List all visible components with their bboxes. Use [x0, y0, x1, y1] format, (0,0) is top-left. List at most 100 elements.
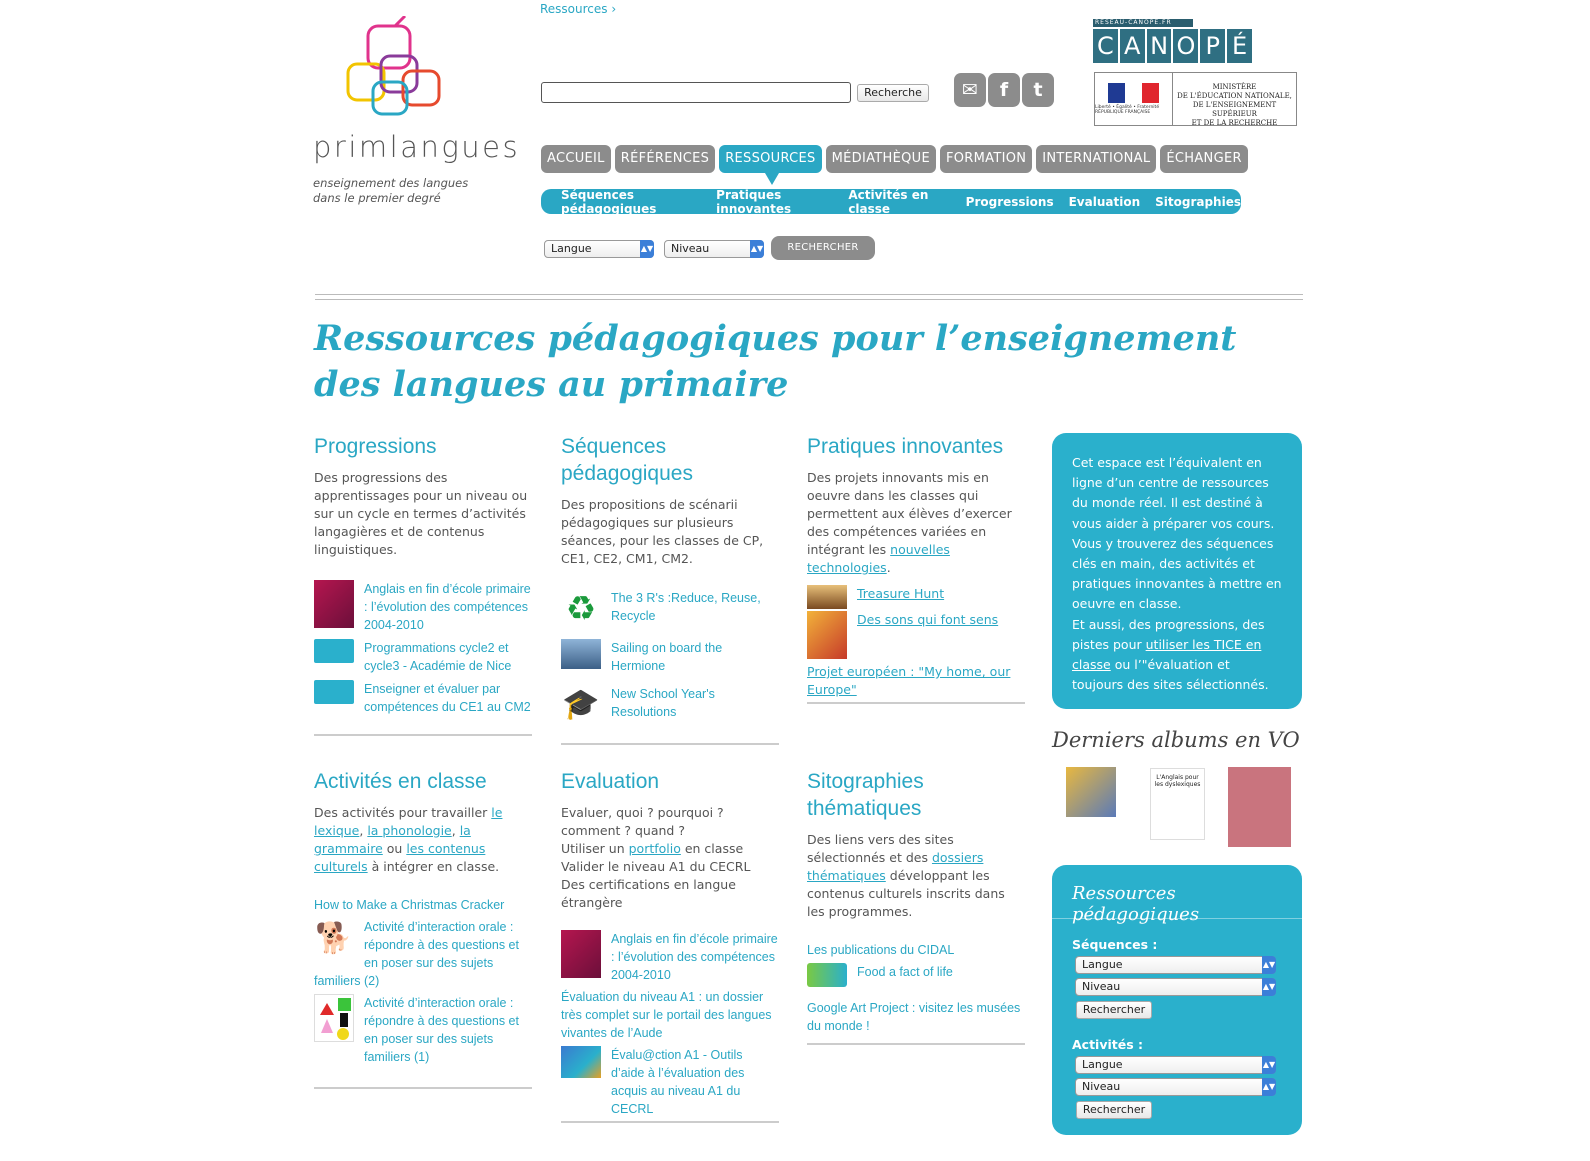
sitographies-section: Sitographies thématiques Des liens vers … — [807, 768, 1025, 1035]
niveau-select[interactable]: Niveau ▲▼ — [664, 240, 764, 258]
divider — [314, 1087, 532, 1089]
list-item[interactable]: Anglais en fin d’école primaire : l’évol… — [314, 580, 532, 634]
sequences-section: Séquences pédagogiques Des propositions … — [561, 433, 779, 725]
phonologie-link[interactable]: la phonologie — [367, 823, 451, 838]
logo-tagline: enseignement des langues dans le premier… — [313, 176, 469, 205]
ship-photo-thumbnail — [561, 639, 601, 669]
tab-references[interactable]: RÉFÉRENCES — [614, 145, 716, 173]
section-title[interactable]: Evaluation — [561, 768, 779, 795]
list-item[interactable]: Évalu@ction A1 - Outils d’aide à l’évalu… — [561, 1046, 779, 1118]
main-nav: ACCUEIL RÉFÉRENCES RESSOURCES MÉDIATHÈQU… — [541, 145, 1248, 185]
chevron-down-icon: ▲▼ — [1262, 956, 1276, 974]
header-divider — [315, 294, 1303, 300]
subnav-sitographies[interactable]: Sitographies — [1155, 195, 1241, 209]
book-cover-thumbnail — [314, 580, 354, 628]
album-cover[interactable] — [1228, 767, 1291, 847]
twitter-icon[interactable]: t — [1022, 73, 1054, 107]
shapes-icon — [314, 994, 354, 1042]
section-title[interactable]: Pratiques innovantes — [807, 433, 1025, 460]
subnav-activites[interactable]: Activités en classe — [848, 188, 950, 216]
albums-title: Derniers albums en VO — [1052, 728, 1300, 752]
book-cover-thumbnail — [807, 611, 847, 659]
projet-europeen-link[interactable]: Projet européen : "My home, our Europe" — [807, 663, 1025, 699]
section-desc: Des propositions de scénarii pédagogique… — [561, 497, 764, 566]
subnav-pratiques[interactable]: Pratiques innovantes — [716, 188, 833, 216]
french-flag-icon — [1107, 83, 1160, 103]
google-art-link[interactable]: Google Art Project : visitez les musées … — [807, 999, 1025, 1035]
email-icon[interactable]: ✉ — [954, 73, 986, 107]
speech-bubble-icon — [314, 680, 354, 704]
list-item[interactable]: Programmations cycle2 et cycle3 - Académ… — [314, 639, 532, 675]
section-desc: Des projets innovants mis en oeuvre dans… — [807, 470, 1012, 575]
facebook-icon[interactable]: f — [988, 73, 1020, 107]
section-title[interactable]: Activités en classe — [314, 768, 532, 795]
box-title: Ressources pédagogiques — [1052, 865, 1302, 925]
tab-accueil[interactable]: ACCUEIL — [541, 145, 611, 173]
section-desc: Des progressions des apprentissages pour… — [314, 470, 528, 557]
section-title[interactable]: Progressions — [314, 433, 532, 460]
treasure-hunt-thumbnail — [807, 585, 847, 609]
tab-mediatheque[interactable]: MÉDIATHÈQUE — [825, 145, 936, 173]
list-item[interactable]: Activité d’interaction orale : répondre … — [314, 994, 532, 1066]
breadcrumb[interactable]: Ressources › — [540, 2, 616, 16]
list-item[interactable]: Sailing on board the Hermione — [561, 639, 779, 675]
divider — [561, 1121, 779, 1123]
social-icons: ✉ f t — [954, 73, 1054, 107]
subnav-evaluation[interactable]: Evaluation — [1069, 195, 1141, 209]
book-cover-thumbnail — [561, 930, 601, 978]
chevron-down-icon: ▲▼ — [750, 240, 764, 258]
ministere-logo[interactable]: Liberté • Égalité • Fraternité RÉPUBLIQU… — [1094, 72, 1297, 127]
sequences-rechercher-button[interactable]: Rechercher — [1076, 1001, 1152, 1019]
canope-logo[interactable]: RÉSEAU-CANOPÉ.FR C A N O P É — [1093, 19, 1252, 65]
tab-ressources[interactable]: RESSOURCES — [719, 145, 822, 185]
section-desc: Evaluer, quoi ? pourquoi ? comment ? qua… — [561, 805, 751, 910]
list-item[interactable]: Food a fact of life — [807, 963, 1025, 987]
activites-rechercher-button[interactable]: Rechercher — [1076, 1101, 1152, 1119]
sequences-langue-select[interactable]: Langue ▲▼ — [1075, 956, 1276, 974]
activites-niveau-select[interactable]: Niveau ▲▼ — [1075, 1078, 1276, 1096]
divider — [314, 734, 532, 736]
progressions-section: Progressions Des progressions des appren… — [314, 433, 532, 716]
chevron-down-icon: ▲▼ — [1262, 978, 1276, 996]
list-item[interactable]: ♻ The 3 R's :Reduce, Reuse, Recycle — [561, 589, 779, 629]
list-item[interactable]: 🐕 Activité d’interaction orale : répondr… — [314, 918, 532, 990]
graduation-cap-icon: 🎓 — [562, 688, 600, 721]
sequences-niveau-select[interactable]: Niveau ▲▼ — [1075, 978, 1276, 996]
list-item[interactable]: Des sons qui font sens — [807, 611, 1025, 659]
sub-nav: Séquences pédagogiques Pratiques innovan… — [541, 188, 1241, 216]
logo-wordmark: primlangues — [313, 130, 521, 164]
list-item[interactable]: Treasure Hunt — [807, 585, 1025, 609]
section-title[interactable]: Sitographies thématiques — [807, 768, 1025, 822]
pratiques-section: Pratiques innovantes Des projets innovan… — [807, 433, 1025, 699]
tab-echanger[interactable]: ÉCHANGER — [1160, 145, 1248, 173]
tab-international[interactable]: INTERNATIONAL — [1036, 145, 1157, 173]
christmas-cracker-link[interactable]: How to Make a Christmas Cracker — [314, 896, 532, 914]
search-input[interactable] — [541, 82, 851, 103]
subnav-progressions[interactable]: Progressions — [966, 195, 1054, 209]
site-logo[interactable]: primlangues enseignement des langues dan… — [313, 14, 523, 216]
evaluation-section: Evaluation Evaluer, quoi ? pourquoi ? co… — [561, 768, 779, 1118]
album-cover[interactable]: L'Anglais pour les dyslexiques — [1150, 768, 1205, 840]
divider — [561, 743, 779, 745]
search-button[interactable]: Recherche — [857, 84, 929, 102]
section-title[interactable]: Séquences pédagogiques — [561, 433, 779, 487]
divider — [807, 1043, 1025, 1045]
chevron-down-icon: ▲▼ — [1262, 1078, 1276, 1096]
list-item[interactable]: 🎓 New School Year's Resolutions — [561, 685, 779, 725]
tab-formation[interactable]: FORMATION — [939, 145, 1033, 173]
subnav-sequences[interactable]: Séquences pédagogiques — [561, 188, 701, 216]
evaluation-a1-link[interactable]: Évaluation du niveau A1 : un dossier trè… — [561, 988, 779, 1042]
activites-langue-select[interactable]: Langue ▲▼ — [1075, 1056, 1276, 1074]
section-desc: Des liens vers des sites sélectionnés et… — [807, 832, 1005, 919]
langue-select[interactable]: Langue ▲▼ — [544, 240, 654, 258]
album-cover[interactable] — [1066, 767, 1116, 817]
evaluation-thumbnail — [561, 1046, 601, 1078]
rechercher-button[interactable]: RECHERCHER — [771, 236, 875, 260]
portfolio-link[interactable]: portfolio — [629, 841, 681, 856]
list-item[interactable]: Anglais en fin d’école primaire : l’évol… — [561, 930, 779, 984]
divider — [807, 702, 1025, 704]
list-item[interactable]: Enseigner et évaluer par compétences du … — [314, 680, 532, 716]
cidal-link[interactable]: Les publications du CIDAL — [807, 941, 1025, 959]
sequences-label: Séquences : — [1072, 937, 1158, 952]
dog-icon: 🐕 — [315, 922, 353, 955]
